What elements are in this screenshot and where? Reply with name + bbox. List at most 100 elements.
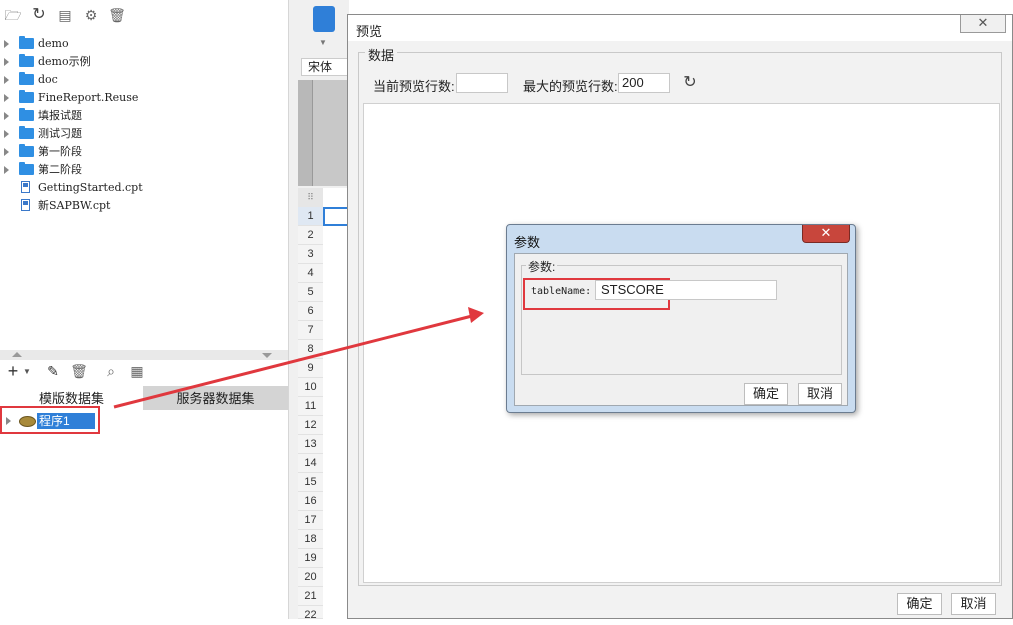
row-number[interactable]: 16: [298, 492, 323, 511]
current-rows-input[interactable]: [456, 73, 508, 93]
close-icon: ✕: [977, 15, 989, 30]
row-number[interactable]: 4: [298, 264, 323, 283]
tree-item[interactable]: 填报试题: [0, 107, 288, 125]
row-number[interactable]: 3: [298, 245, 323, 264]
row-number[interactable]: 7: [298, 321, 323, 340]
expand-arrow-icon[interactable]: [4, 58, 9, 66]
preview-title: 预览: [356, 24, 383, 39]
close-button[interactable]: ✕: [802, 225, 850, 243]
expand-arrow-icon[interactable]: [4, 148, 9, 156]
tree-item-label: GettingStarted.cpt: [38, 181, 143, 194]
max-rows-label: 最大的预览行数:: [523, 79, 618, 94]
row-number[interactable]: 11: [298, 397, 323, 416]
preview-data-icon[interactable]: ⌕: [102, 362, 120, 380]
params-dialog-body: 参数: tableName: STSCORE 确定 取消: [514, 253, 848, 406]
expand-arrow-icon[interactable]: [4, 166, 9, 174]
tree-item-label: demo: [38, 37, 69, 50]
dataset-settings-icon[interactable]: ▦: [128, 362, 146, 380]
ok-button[interactable]: 确定: [897, 593, 942, 615]
tree-item-label: FineReport.Reuse: [38, 91, 139, 104]
dataset-item[interactable]: 程序1: [0, 406, 100, 434]
expand-arrow-icon[interactable]: [4, 130, 9, 138]
row-number[interactable]: 6: [298, 302, 323, 321]
template-icon[interactable]: ▤: [56, 6, 74, 24]
row-number[interactable]: 1: [298, 207, 323, 226]
font-selector[interactable]: 宋体: [301, 58, 349, 76]
collapse-down-icon[interactable]: [262, 353, 272, 358]
row-number[interactable]: 22: [298, 606, 323, 621]
preview-toolbar-icon[interactable]: [313, 6, 335, 32]
close-icon: ✕: [820, 225, 832, 240]
tree-item[interactable]: 第一阶段: [0, 143, 288, 161]
expand-arrow-icon[interactable]: [4, 112, 9, 120]
tree-item-label: 第一阶段: [38, 145, 82, 158]
tree-item[interactable]: FineReport.Reuse: [0, 89, 288, 107]
tree-item-label: doc: [38, 73, 58, 86]
folder-icon: [19, 36, 34, 49]
folder-icon: [19, 90, 34, 103]
collapse-up-icon[interactable]: [12, 352, 22, 357]
delete-icon[interactable]: 🗑: [108, 6, 126, 24]
folder-icon: [19, 126, 34, 139]
param-name-label: tableName:: [531, 286, 592, 297]
row-number[interactable]: 14: [298, 454, 323, 473]
current-rows-label: 当前预览行数:: [373, 79, 455, 94]
ok-button[interactable]: 确定: [744, 383, 788, 405]
row-number[interactable]: 13: [298, 435, 323, 454]
max-rows-input[interactable]: 200: [618, 73, 670, 93]
data-group-title: 数据: [365, 45, 398, 64]
close-button[interactable]: ✕: [960, 15, 1006, 33]
tree-item-label: 新SAPBW.cpt: [38, 199, 111, 212]
row-number[interactable]: 5: [298, 283, 323, 302]
chevron-down-icon[interactable]: ▼: [18, 363, 36, 381]
folder-icon: [19, 72, 34, 85]
tree-item[interactable]: doc: [0, 71, 288, 89]
tree-item[interactable]: 第二阶段: [0, 161, 288, 179]
tree-item-label: demo示例: [38, 55, 91, 68]
expand-arrow-icon[interactable]: [4, 40, 9, 48]
cancel-button[interactable]: 取消: [951, 593, 996, 615]
preview-title-bar: 预览 ✕: [348, 15, 1012, 41]
row-number[interactable]: 18: [298, 530, 323, 549]
delete-icon[interactable]: 🗑: [70, 362, 88, 380]
edit-icon[interactable]: ✎: [44, 362, 62, 380]
panel-splitter[interactable]: [0, 350, 288, 360]
chevron-down-icon[interactable]: ▼: [319, 38, 327, 47]
row-number[interactable]: 21: [298, 587, 323, 606]
row-number[interactable]: 17: [298, 511, 323, 530]
tab-server-datasets[interactable]: 服务器数据集: [143, 386, 288, 410]
refresh-icon[interactable]: ↻: [681, 74, 699, 92]
row-number[interactable]: 8: [298, 340, 323, 359]
expand-arrow-icon[interactable]: [6, 417, 11, 425]
file-toolbar: 🗁 ↻ ▤ ⚙ 🗑: [0, 0, 288, 30]
row-number[interactable]: 2: [298, 226, 323, 245]
tree-item[interactable]: demo: [0, 35, 288, 53]
row-number[interactable]: 19: [298, 549, 323, 568]
params-dialog-title: 参数: [514, 235, 541, 250]
tree-item[interactable]: demo示例: [0, 53, 288, 71]
row-number[interactable]: 20: [298, 568, 323, 587]
vertical-ruler: [312, 80, 350, 186]
settings-icon[interactable]: ⚙: [82, 6, 100, 24]
tree-item[interactable]: GettingStarted.cpt: [0, 179, 288, 197]
open-folder-icon[interactable]: 🗁: [4, 6, 22, 24]
select-all-corner[interactable]: ⠿: [298, 188, 323, 207]
row-number[interactable]: 15: [298, 473, 323, 492]
row-number[interactable]: 9: [298, 359, 323, 378]
refresh-icon[interactable]: ↻: [30, 6, 48, 24]
selected-cell[interactable]: [323, 207, 349, 226]
params-dialog: 参数 ✕ 参数: tableName: STSCORE 确定 取消: [506, 224, 856, 413]
tree-item[interactable]: 新SAPBW.cpt: [0, 197, 288, 215]
param-value-input[interactable]: STSCORE: [595, 280, 777, 300]
folder-icon: [19, 54, 34, 67]
expand-arrow-icon[interactable]: [4, 76, 9, 84]
tree-item[interactable]: 测试习题: [0, 125, 288, 143]
cancel-button[interactable]: 取消: [798, 383, 842, 405]
expand-arrow-icon[interactable]: [4, 94, 9, 102]
row-number[interactable]: 10: [298, 378, 323, 397]
ruler: [298, 80, 350, 186]
row-number[interactable]: 12: [298, 416, 323, 435]
cell-grid[interactable]: [323, 188, 349, 619]
tree-item-label: 填报试题: [38, 109, 82, 122]
folder-icon: [19, 144, 34, 157]
